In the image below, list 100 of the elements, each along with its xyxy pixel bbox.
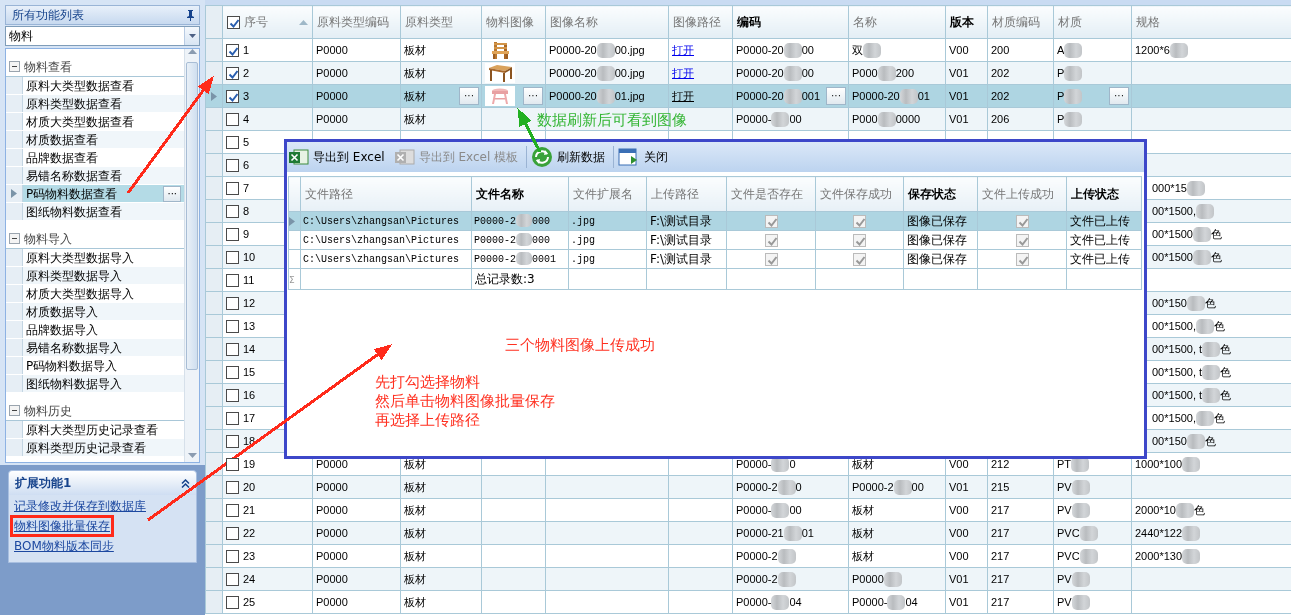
list-item[interactable]: 材质大类型数据导入 — [23, 285, 184, 302]
ellipsis-button[interactable]: ··· — [523, 87, 543, 105]
list-item[interactable]: 图纸物料数据查看 — [23, 203, 184, 220]
column-header[interactable]: 文件上传成功 — [977, 176, 1067, 212]
scroll-down-icon[interactable] — [187, 453, 197, 458]
column-header[interactable]: 文件路径 — [300, 176, 472, 212]
column-header[interactable]: 文件扩展名 — [568, 176, 647, 212]
checkbox[interactable] — [226, 481, 239, 495]
open-link[interactable]: 打开 — [672, 43, 694, 56]
column-header[interactable]: 保存状态 — [903, 176, 978, 212]
checkbox[interactable] — [226, 343, 239, 357]
toolbar-button[interactable]: 关闭 — [616, 146, 675, 168]
checkbox[interactable] — [226, 44, 239, 58]
column-header[interactable]: 文件名称 — [471, 176, 569, 212]
checkbox[interactable] — [226, 136, 239, 150]
list-item[interactable]: 材质大类型数据查看 — [23, 113, 184, 130]
ellipsis-button[interactable]: ··· — [1109, 87, 1129, 105]
list-item[interactable]: 材质数据导入 — [23, 303, 184, 320]
vertical-scrollbar[interactable] — [184, 49, 199, 462]
column-header[interactable]: 上传状态 — [1066, 176, 1142, 212]
list-item[interactable]: 图纸物料数据导入 — [23, 375, 184, 392]
checkbox[interactable] — [226, 435, 239, 449]
checkbox[interactable] — [853, 215, 866, 228]
checkbox[interactable] — [226, 159, 239, 173]
column-header[interactable]: 上传路径 — [646, 176, 727, 212]
checkbox[interactable] — [226, 90, 239, 104]
ellipsis-button[interactable]: ··· — [459, 87, 479, 105]
checkbox[interactable] — [227, 15, 240, 29]
list-item[interactable]: 原料类型数据查看 — [23, 95, 184, 112]
column-header[interactable]: 材质 — [1053, 5, 1132, 39]
checkbox[interactable] — [853, 234, 866, 247]
checkbox[interactable] — [226, 596, 239, 610]
checkbox[interactable] — [226, 67, 239, 81]
dropdown-button[interactable] — [184, 27, 199, 45]
checkbox[interactable] — [226, 274, 239, 288]
checkbox[interactable] — [853, 253, 866, 266]
spreadsheet-icon[interactable] — [289, 148, 309, 166]
list-item[interactable]: 原料大类型历史记录查看 — [23, 421, 184, 438]
toolbar-button[interactable]: 刷新数据 — [529, 144, 612, 170]
list-item[interactable]: 材质数据查看 — [23, 131, 184, 148]
checkbox[interactable] — [226, 228, 239, 242]
checkbox[interactable] — [226, 389, 239, 403]
list-item[interactable]: P码物料数据查看 ··· — [23, 185, 184, 202]
collapse-icon[interactable] — [9, 233, 20, 244]
collapse-chevron-icon[interactable] — [181, 478, 190, 488]
list-item[interactable]: 原料大类型数据查看 — [23, 77, 184, 94]
list-item[interactable]: 易错名称数据查看 — [23, 167, 184, 184]
link[interactable]: 物料图像批量保存 — [14, 518, 110, 534]
checkbox[interactable] — [226, 251, 239, 265]
checkbox[interactable] — [764, 215, 778, 228]
column-header[interactable]: 文件是否存在 — [726, 176, 816, 212]
list-item[interactable]: 品牌数据导入 — [23, 321, 184, 338]
list-item[interactable]: 原料类型数据导入 — [23, 267, 184, 284]
collapse-icon[interactable] — [9, 405, 20, 416]
column-header[interactable]: 名称 — [848, 5, 946, 39]
checkbox[interactable] — [1015, 253, 1029, 266]
column-header[interactable]: 原料类型 — [400, 5, 482, 39]
checkbox[interactable] — [226, 458, 239, 472]
column-header[interactable]: 物料图像 — [481, 5, 546, 39]
link[interactable]: 记录修改并保存到数据库 — [14, 498, 146, 514]
filter-combobox[interactable]: 物料 — [5, 26, 200, 46]
column-header[interactable]: 编码 — [732, 5, 849, 39]
checkbox[interactable] — [226, 205, 239, 219]
column-header[interactable]: 原料类型编码 — [312, 5, 401, 39]
column-header[interactable]: 材质编码 — [987, 5, 1054, 39]
toolbar-button[interactable]: 导出到 Excel — [287, 146, 391, 168]
checkbox[interactable] — [226, 366, 239, 380]
column-header-label[interactable]: 序号 — [244, 13, 268, 31]
column-header[interactable]: 规格 — [1131, 5, 1291, 39]
checkbox[interactable] — [1015, 215, 1029, 228]
pin-icon[interactable] — [186, 9, 195, 21]
open-link[interactable]: 打开 — [672, 66, 694, 79]
column-header[interactable]: 版本 — [945, 5, 988, 39]
checkbox[interactable] — [226, 573, 239, 587]
checkbox[interactable] — [1015, 234, 1029, 247]
ellipsis-button[interactable]: ··· — [826, 87, 846, 105]
checkbox[interactable] — [226, 320, 239, 334]
checkbox[interactable] — [226, 412, 239, 426]
list-item[interactable]: 原料类型历史记录查看 — [23, 439, 184, 456]
checkbox[interactable] — [764, 234, 778, 247]
refresh-icon[interactable] — [531, 146, 554, 168]
checkbox[interactable] — [226, 527, 239, 541]
list-item[interactable]: 原料大类型数据导入 — [23, 249, 184, 266]
checkbox[interactable] — [226, 550, 239, 564]
column-header[interactable]: 图像路径 — [668, 5, 733, 39]
checkbox[interactable] — [226, 182, 239, 196]
link[interactable]: BOM物料版本同步 — [14, 538, 114, 554]
list-item[interactable]: 品牌数据查看 — [23, 149, 184, 166]
checkbox[interactable] — [226, 504, 239, 518]
open-link[interactable]: 打开 — [672, 89, 694, 102]
checkbox[interactable] — [226, 113, 239, 127]
list-item[interactable]: P码物料数据导入 — [23, 357, 184, 374]
more-button[interactable]: ··· — [163, 185, 181, 202]
column-header[interactable]: 文件保存成功 — [815, 176, 904, 212]
list-item[interactable]: 易错名称数据导入 — [23, 339, 184, 356]
collapse-icon[interactable] — [9, 61, 20, 72]
scroll-up-icon[interactable] — [187, 49, 197, 54]
checkbox[interactable] — [764, 253, 778, 266]
checkbox[interactable] — [226, 297, 239, 311]
column-header[interactable]: 图像名称 — [545, 5, 669, 39]
